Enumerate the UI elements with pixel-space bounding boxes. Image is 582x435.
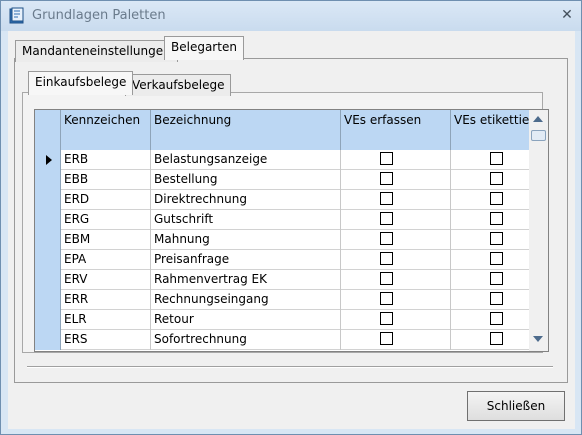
cell-kennzeichen[interactable]: ELR xyxy=(61,310,151,330)
column-header-ves-erfassen[interactable]: VEs erfassen xyxy=(341,110,451,150)
row-selector[interactable] xyxy=(35,270,61,290)
tab-belegarten[interactable]: Belegarten xyxy=(164,36,244,60)
column-header-kennzeichen[interactable]: Kennzeichen xyxy=(61,110,151,150)
cell-bezeichnung[interactable]: Direktrechnung xyxy=(151,190,341,210)
ves-etikettieren-checkbox[interactable] xyxy=(490,172,503,185)
cell-ves-erfassen xyxy=(341,290,451,310)
row-selector[interactable] xyxy=(35,310,61,330)
row-selector-header xyxy=(35,110,61,150)
ves-erfassen-checkbox[interactable] xyxy=(380,232,393,245)
app-logo-icon xyxy=(9,7,24,24)
column-header-bezeichnung[interactable]: Bezeichnung xyxy=(151,110,341,150)
tab-mandanteneinstellungen[interactable]: Mandanteneinstellungen xyxy=(15,40,178,62)
row-selector[interactable] xyxy=(35,210,61,230)
ves-etikettieren-checkbox[interactable] xyxy=(490,152,503,165)
cell-kennzeichen[interactable]: EBB xyxy=(61,170,151,190)
grid-body: ERB Belastungsanzeige EBB Bestellung ERD Dire… xyxy=(35,150,529,350)
ves-erfassen-checkbox[interactable] xyxy=(380,192,393,205)
cell-kennzeichen[interactable]: ERD xyxy=(61,190,151,210)
row-selector[interactable] xyxy=(35,170,61,190)
cell-ves-erfassen xyxy=(341,330,451,350)
tab-einkaufsbelege[interactable]: Einkaufsbelege xyxy=(28,71,134,95)
cell-kennzeichen[interactable]: ERB xyxy=(61,150,151,170)
close-window-button[interactable]: ✕ xyxy=(557,5,577,25)
row-selector[interactable] xyxy=(35,230,61,250)
cell-bezeichnung[interactable]: Rahmenvertrag EK xyxy=(151,270,341,290)
ves-erfassen-checkbox[interactable] xyxy=(380,312,393,325)
grid-header: Kennzeichen Bezeichnung VEs erfassen VEs… xyxy=(35,110,548,150)
cell-ves-erfassen xyxy=(341,170,451,190)
ves-erfassen-checkbox[interactable] xyxy=(380,212,393,225)
cell-ves-erfassen xyxy=(341,230,451,250)
cell-ves-erfassen xyxy=(341,250,451,270)
row-selector[interactable] xyxy=(35,150,61,170)
cell-bezeichnung[interactable]: Sofortrechnung xyxy=(151,330,341,350)
row-selector[interactable] xyxy=(35,290,61,310)
cell-ves-erfassen xyxy=(341,210,451,230)
cell-bezeichnung[interactable]: Bestellung xyxy=(151,170,341,190)
ves-etikettieren-checkbox[interactable] xyxy=(490,232,503,245)
cell-kennzeichen[interactable]: EBM xyxy=(61,230,151,250)
belegarten-grid: Kennzeichen Bezeichnung VEs erfassen VEs… xyxy=(34,109,549,352)
cell-bezeichnung[interactable]: Gutschrift xyxy=(151,210,341,230)
cell-ves-erfassen xyxy=(341,270,451,290)
table-row[interactable]: ERD Direktrechnung xyxy=(35,190,529,210)
tab-verkaufsbelege[interactable]: Verkaufsbelege xyxy=(125,74,232,96)
dialog-client-area: Mandanteneinstellungen Belegarten Einkau… xyxy=(8,31,575,429)
dialog-window: Grundlagen Paletten ✕ Mandanteneinstellu… xyxy=(0,0,582,435)
cell-ves-erfassen xyxy=(341,310,451,330)
ves-erfassen-checkbox[interactable] xyxy=(380,332,393,345)
table-row[interactable]: ERB Belastungsanzeige xyxy=(35,150,529,170)
current-row-arrow-icon xyxy=(46,155,52,165)
ves-erfassen-checkbox[interactable] xyxy=(380,172,393,185)
divider xyxy=(27,366,553,368)
table-row[interactable]: ERR Rechnungseingang xyxy=(35,290,529,310)
ves-etikettieren-checkbox[interactable] xyxy=(490,292,503,305)
cell-kennzeichen[interactable]: ERS xyxy=(61,330,151,350)
ves-etikettieren-checkbox[interactable] xyxy=(490,272,503,285)
table-row[interactable]: EBM Mahnung xyxy=(35,230,529,250)
cell-bezeichnung[interactable]: Retour xyxy=(151,310,341,330)
ves-erfassen-checkbox[interactable] xyxy=(380,252,393,265)
ves-etikettieren-checkbox[interactable] xyxy=(490,252,503,265)
cell-bezeichnung[interactable]: Preisanfrage xyxy=(151,250,341,270)
ves-etikettieren-checkbox[interactable] xyxy=(490,312,503,325)
window-title: Grundlagen Paletten xyxy=(32,8,166,23)
table-row[interactable]: ELR Retour xyxy=(35,310,529,330)
table-row[interactable]: ERS Sofortrechnung xyxy=(35,330,529,350)
cell-kennzeichen[interactable]: ERV xyxy=(61,270,151,290)
table-row[interactable]: EBB Bestellung xyxy=(35,170,529,190)
schliessen-label: Schließen xyxy=(486,399,546,413)
cell-kennzeichen[interactable]: ERR xyxy=(61,290,151,310)
cell-kennzeichen[interactable]: ERG xyxy=(61,210,151,230)
vertical-scrollbar[interactable] xyxy=(529,110,548,351)
scroll-up-arrow-icon[interactable] xyxy=(533,116,543,122)
cell-bezeichnung[interactable]: Rechnungseingang xyxy=(151,290,341,310)
row-selector[interactable] xyxy=(35,190,61,210)
ves-erfassen-checkbox[interactable] xyxy=(380,272,393,285)
row-selector[interactable] xyxy=(35,330,61,350)
ves-etikettieren-checkbox[interactable] xyxy=(490,192,503,205)
ves-erfassen-checkbox[interactable] xyxy=(380,292,393,305)
table-row[interactable]: EPA Preisanfrage xyxy=(35,250,529,270)
cell-ves-erfassen xyxy=(341,150,451,170)
ves-etikettieren-checkbox[interactable] xyxy=(490,212,503,225)
table-row[interactable]: ERV Rahmenvertrag EK xyxy=(35,270,529,290)
cell-kennzeichen[interactable]: EPA xyxy=(61,250,151,270)
scrollbar-thumb[interactable] xyxy=(531,130,546,141)
cell-bezeichnung[interactable]: Mahnung xyxy=(151,230,341,250)
table-row[interactable]: ERG Gutschrift xyxy=(35,210,529,230)
cell-bezeichnung[interactable]: Belastungsanzeige xyxy=(151,150,341,170)
scroll-down-arrow-icon[interactable] xyxy=(533,336,543,342)
ves-erfassen-checkbox[interactable] xyxy=(380,152,393,165)
ves-etikettieren-checkbox[interactable] xyxy=(490,332,503,345)
row-selector[interactable] xyxy=(35,250,61,270)
title-bar[interactable]: Grundlagen Paletten ✕ xyxy=(1,1,581,31)
cell-ves-erfassen xyxy=(341,190,451,210)
schliessen-button[interactable]: Schließen xyxy=(467,391,565,421)
